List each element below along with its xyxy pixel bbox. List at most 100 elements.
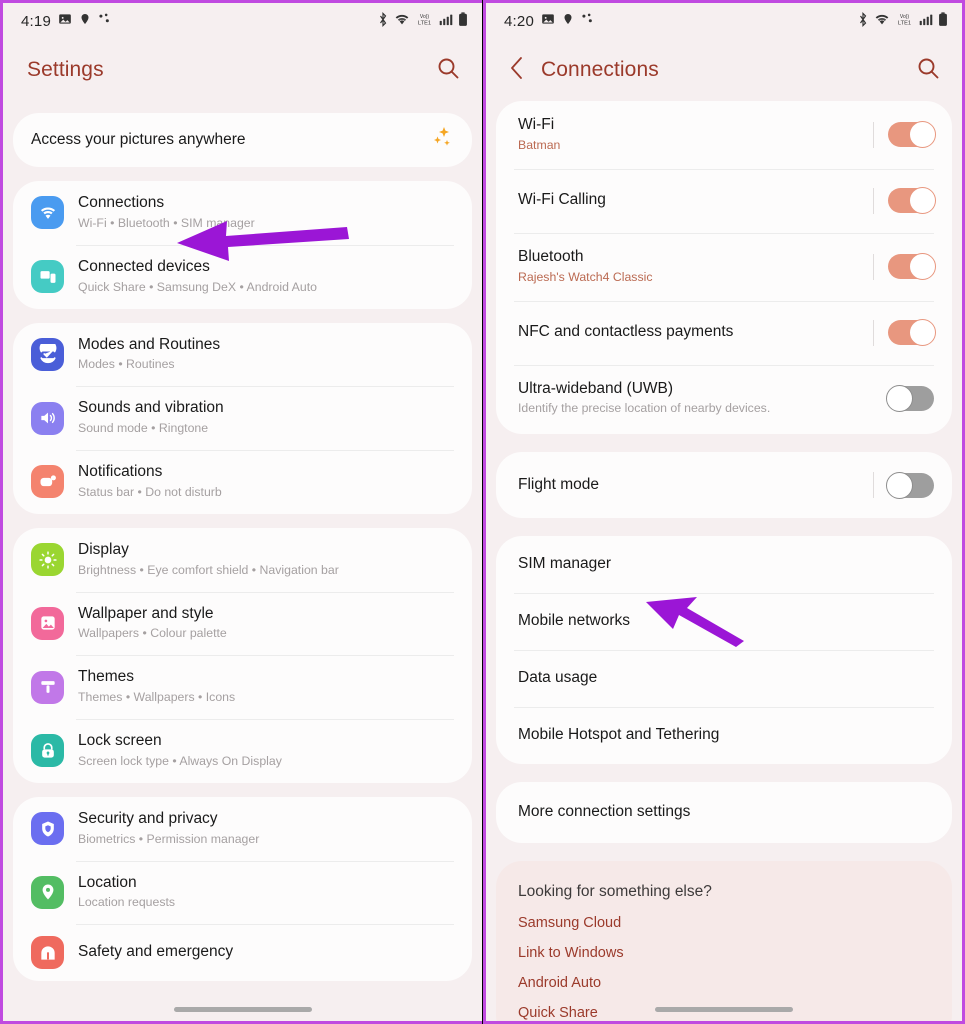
settings-group-connections[interactable]: Connections Wi-Fi • Bluetooth • SIM mana… xyxy=(13,181,472,309)
toggle-divider xyxy=(873,319,874,346)
item-title: More connection settings xyxy=(518,802,691,820)
sidebar-item-lock-screen[interactable]: Lock screen Screen lock type • Always On… xyxy=(13,719,472,783)
item-title: Connected devices xyxy=(78,257,210,275)
back-chevron-icon[interactable] xyxy=(510,56,523,84)
list-item-uwb[interactable]: Ultra-wideband (UWB) Identify the precis… xyxy=(496,364,952,435)
item-title: Mobile networks xyxy=(518,612,630,630)
sidebar-item-display[interactable]: Display Brightness • Eye comfort shield … xyxy=(13,528,472,592)
uwb-toggle[interactable] xyxy=(886,384,934,412)
dual-screenshot-container: 4:19 Vo)) LTE1 Settings Access your pict… xyxy=(0,0,965,1024)
sidebar-item-wallpaper-and-style[interactable]: Wallpaper and style Wallpapers • Colour … xyxy=(13,591,472,656)
search-icon[interactable] xyxy=(436,56,460,85)
sidebar-item-themes[interactable]: Themes Themes • Wallpapers • Icons xyxy=(13,655,472,719)
list-item-mobile-networks[interactable]: Mobile networks xyxy=(496,593,952,650)
item-subtitle: Location requests xyxy=(78,895,176,910)
header-left: Settings xyxy=(3,39,482,101)
item-title: Connections xyxy=(78,194,165,211)
item-title: Flight mode xyxy=(518,475,599,493)
item-title: Data usage xyxy=(518,669,598,687)
list-item-bluetooth[interactable]: Bluetooth Rajesh's Watch4 Classic xyxy=(496,232,952,301)
list-item-data-usage[interactable]: Data usage xyxy=(496,650,952,707)
sidebar-item-location[interactable]: Location Location requests xyxy=(13,860,472,925)
settings-group-security[interactable]: Security and privacy Biometrics • Permis… xyxy=(13,796,472,982)
sidebar-item-security-and-privacy[interactable]: Security and privacy Biometrics • Permis… xyxy=(13,797,472,861)
item-title: Wi-Fi Calling xyxy=(518,191,606,209)
toggle-divider xyxy=(873,121,874,148)
sidebar-item-sounds-and-vibration[interactable]: Sounds and vibration Sound mode • Ringto… xyxy=(13,386,472,450)
status-time: 4:20 xyxy=(504,12,534,30)
sidebar-item-notifications[interactable]: Notifications Status bar • Do not distur… xyxy=(13,450,472,514)
item-title: Security and privacy xyxy=(78,809,218,827)
gallery-icon xyxy=(58,12,72,30)
list-item-wifi-calling[interactable]: Wi-Fi Calling xyxy=(496,168,952,233)
flight-mode-toggle[interactable] xyxy=(886,471,934,499)
lock-icon xyxy=(31,734,64,768)
list-item-flight-mode[interactable]: Flight mode xyxy=(496,452,952,518)
signal-icon xyxy=(439,13,453,30)
safety-icon xyxy=(31,936,64,970)
page-title: Settings xyxy=(27,58,104,81)
page-title: Connections xyxy=(541,58,659,81)
item-subtitle: Themes • Wallpapers • Icons xyxy=(78,690,236,705)
sparkle-icon xyxy=(430,125,454,155)
svg-text:LTE1: LTE1 xyxy=(418,20,431,26)
nfc-toggle[interactable] xyxy=(888,319,936,346)
list-item-more-connection-settings[interactable]: More connection settings xyxy=(496,782,952,843)
item-title: Wi-Fi xyxy=(518,116,555,133)
more-connection-settings-group[interactable]: More connection settings xyxy=(496,781,952,843)
devices-icon xyxy=(31,260,64,294)
item-subtitle: Wi-Fi • Bluetooth • SIM manager xyxy=(78,215,255,230)
sidebar-item-modes-and-routines[interactable]: Modes and Routines Modes • Routines xyxy=(13,323,472,387)
svg-text:LTE1: LTE1 xyxy=(898,20,911,26)
link-android-auto[interactable]: Android Auto xyxy=(518,975,930,991)
looking-for-something-else-card: Looking for something else? Samsung Clou… xyxy=(496,860,952,1021)
svg-text:Vo)): Vo)) xyxy=(900,14,910,20)
wifi-calling-toggle[interactable] xyxy=(888,187,936,215)
bluetooth-icon xyxy=(377,11,389,31)
item-subtitle: Identify the precise location of nearby … xyxy=(518,401,771,416)
bluetooth-icon xyxy=(857,11,869,31)
settings-list-left[interactable]: Access your pictures anywhere Connection… xyxy=(3,101,482,982)
item-subtitle: Biometrics • Permission manager xyxy=(78,831,260,846)
promo-row[interactable]: Access your pictures anywhere xyxy=(13,113,472,167)
item-title: SIM manager xyxy=(518,555,612,573)
left-phone-screen: 4:19 Vo)) LTE1 Settings Access your pict… xyxy=(0,0,482,1024)
promo-card[interactable]: Access your pictures anywhere xyxy=(13,113,472,167)
signal-icon xyxy=(919,13,933,30)
item-title: Display xyxy=(78,540,129,558)
wifi-icon xyxy=(874,12,890,30)
wallpaper-icon xyxy=(31,606,64,640)
wifi-toggle[interactable] xyxy=(888,121,936,149)
status-bar-left: 4:19 Vo)) LTE1 xyxy=(3,3,482,39)
item-title: Mobile Hotspot and Tethering xyxy=(518,726,720,744)
item-title: Notifications xyxy=(78,463,163,480)
connections-toggle-group[interactable]: Wi-Fi Batman Wi-Fi Calling Bluetooth Raj… xyxy=(496,101,952,435)
bluetooth-toggle[interactable] xyxy=(888,253,936,281)
status-bar-right: 4:20 Vo)) LTE1 xyxy=(486,3,962,39)
item-subtitle: Brightness • Eye comfort shield • Naviga… xyxy=(78,562,339,577)
settings-group-modes[interactable]: Modes and Routines Modes • Routines Soun… xyxy=(13,322,472,514)
mobile-group[interactable]: SIM manager Mobile networks Data usage M… xyxy=(496,536,952,764)
search-icon[interactable] xyxy=(916,56,940,85)
themes-icon xyxy=(31,670,64,704)
promo-label: Access your pictures anywhere xyxy=(31,130,246,148)
flight-mode-group[interactable]: Flight mode xyxy=(496,452,952,519)
home-indicator xyxy=(655,1007,793,1012)
location-icon xyxy=(79,12,91,30)
list-item-mobile-hotspot[interactable]: Mobile Hotspot and Tethering xyxy=(496,707,952,764)
item-title: Location xyxy=(78,873,137,891)
sidebar-item-connections[interactable]: Connections Wi-Fi • Bluetooth • SIM mana… xyxy=(13,181,472,245)
item-subtitle: Screen lock type • Always On Display xyxy=(78,753,282,768)
sidebar-item-connected-devices[interactable]: Connected devices Quick Share • Samsung … xyxy=(13,244,472,309)
dots-icon xyxy=(581,13,595,29)
right-phone-screen: 4:20 Vo)) LTE1 Connections Wi-Fi Batman … xyxy=(483,0,965,1024)
sidebar-item-safety-and-emergency[interactable]: Safety and emergency xyxy=(13,924,472,981)
list-item-sim-manager[interactable]: SIM manager xyxy=(496,536,952,593)
connections-list[interactable]: Wi-Fi Batman Wi-Fi Calling Bluetooth Raj… xyxy=(486,101,962,1021)
settings-group-display[interactable]: Display Brightness • Eye comfort shield … xyxy=(13,527,472,783)
link-link-to-windows[interactable]: Link to Windows xyxy=(518,945,930,961)
link-samsung-cloud[interactable]: Samsung Cloud xyxy=(518,915,930,931)
list-item-nfc[interactable]: NFC and contactless payments xyxy=(496,300,952,365)
toggle-divider xyxy=(873,187,874,214)
list-item-wifi[interactable]: Wi-Fi Batman xyxy=(496,101,952,169)
